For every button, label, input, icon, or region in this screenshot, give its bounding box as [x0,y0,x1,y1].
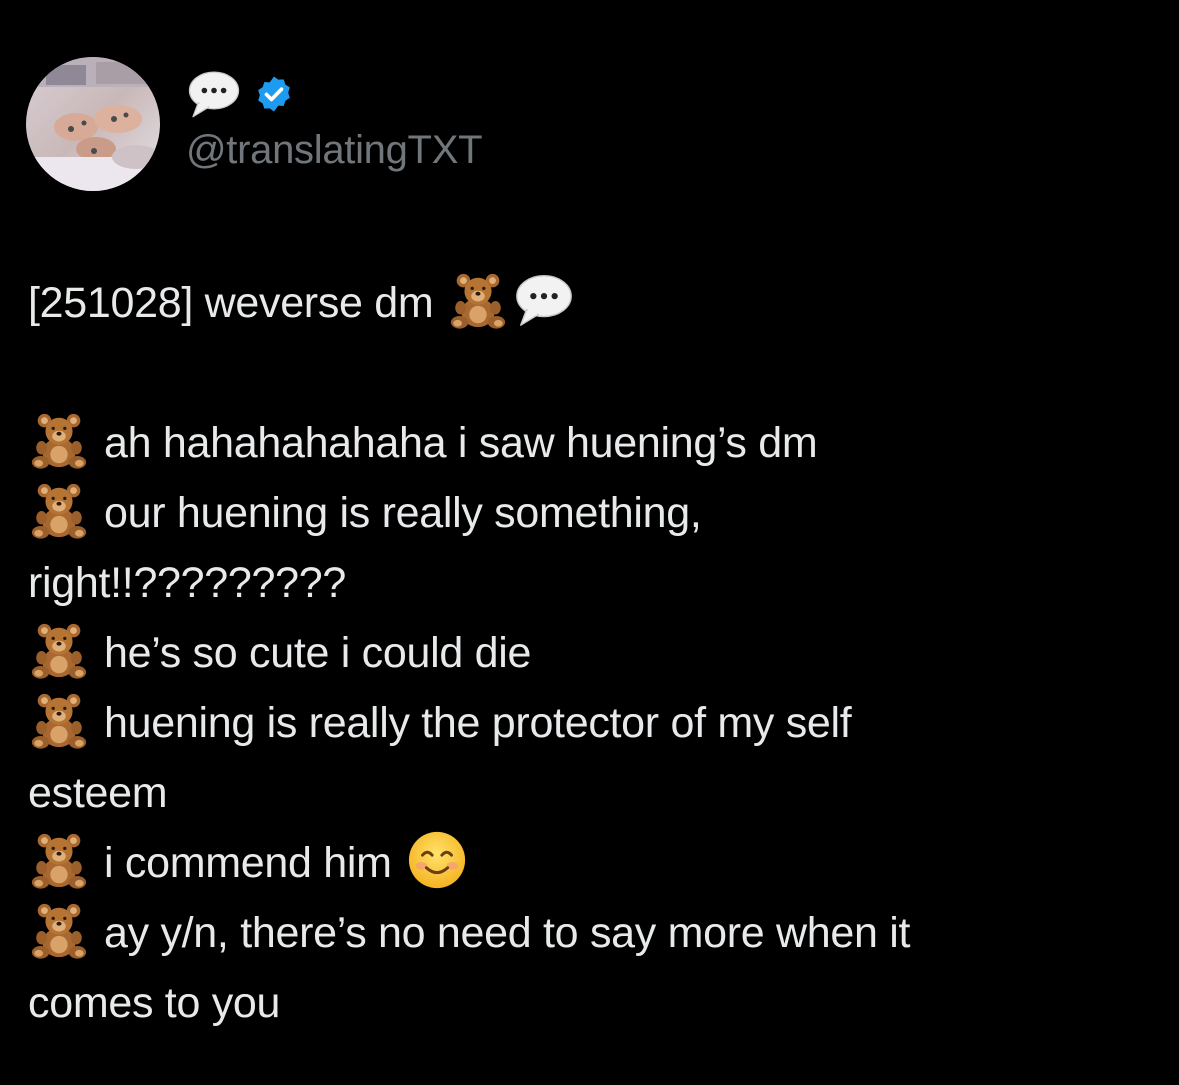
user-handle[interactable]: @translatingTXT [186,124,483,176]
display-name[interactable] [186,70,294,118]
dm-line: huening is really the protector of my se… [28,688,1138,758]
avatar[interactable] [26,57,160,191]
dm-line: our huening is really something, [28,478,1138,548]
teddy-bear-icon [28,409,90,471]
dm-line-text: our huening is really something, [104,489,702,537]
dm-line-text: i commend him [104,839,392,887]
dm-line: ah hahahahahaha i saw huening’s dm [28,408,1138,478]
verified-badge-icon[interactable] [254,74,294,114]
teddy-bear-icon [447,269,509,331]
dm-line-text: huening is really the protector of my se… [104,699,852,747]
speech-bubble-icon [186,66,242,122]
dm-line-text: ay y/n, there’s no need to say more when… [104,909,911,957]
dm-line-text: comes to you [28,979,281,1027]
dm-line: i commend him [28,828,1138,898]
dm-line-continuation: esteem [28,758,1138,828]
teddy-bear-icon [28,619,90,681]
tweet-title: [251028] weverse dm [28,268,1138,338]
teddy-bear-icon [28,899,90,961]
teddy-bear-icon [28,479,90,541]
teddy-bear-icon [28,829,90,891]
teddy-bear-icon [28,689,90,751]
dm-line-text: ah hahahahahaha i saw huening’s dm [104,419,818,467]
dm-line-text: esteem [28,769,168,817]
dm-line: he’s so cute i could die [28,618,1138,688]
dm-line-continuation: right!!????????? [28,548,1138,618]
smiling-face-icon [406,829,468,891]
dm-line: ay y/n, there’s no need to say more when… [28,898,1138,968]
tweet: @translatingTXT [251028] weverse dm ah h… [0,0,1179,1085]
dm-line-text: he’s so cute i could die [104,629,532,677]
tweet-text: [251028] weverse dm ah hahahahahaha i sa… [28,268,1138,1038]
dm-line-continuation: comes to you [28,968,1138,1038]
dm-line-text: right!!????????? [28,559,346,607]
tweet-title-text: [251028] weverse dm [28,279,434,327]
speech-bubble-icon [513,269,575,331]
